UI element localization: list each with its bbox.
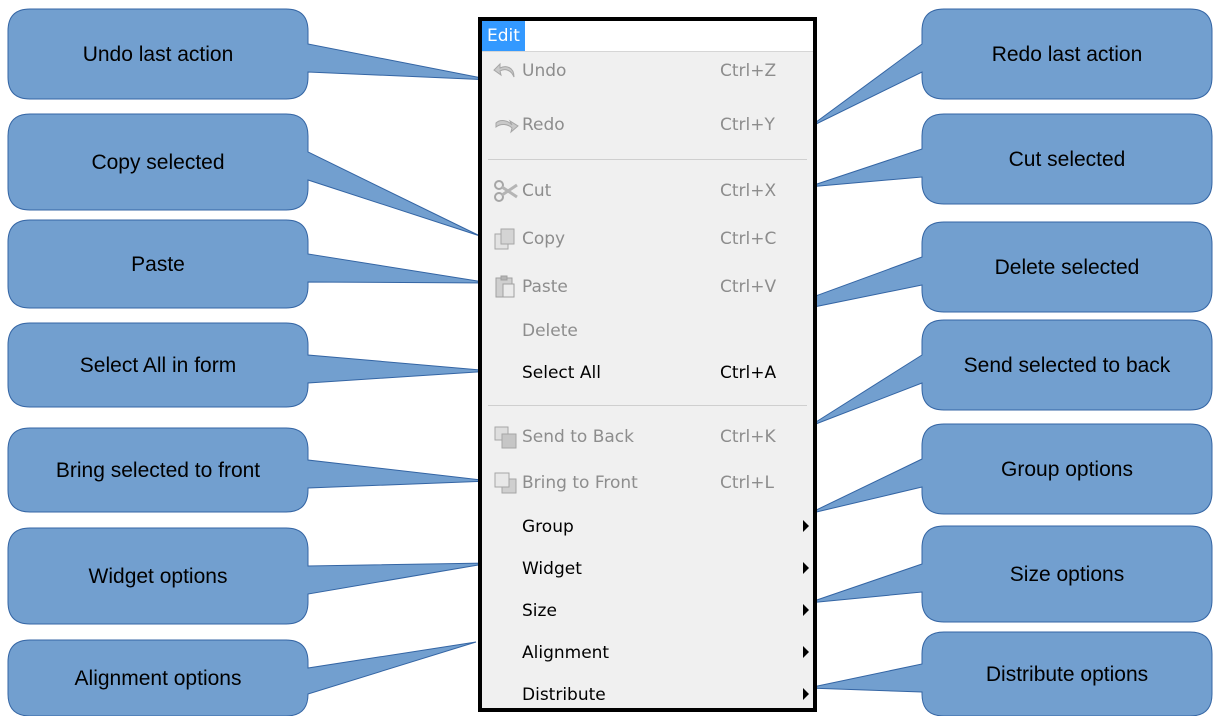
menu-item-bring-to-front[interactable]: Bring to Front Ctrl+L bbox=[482, 463, 813, 503]
callout-label: Send selected to back bbox=[964, 354, 1171, 377]
callout-label: Bring selected to front bbox=[56, 459, 260, 482]
bring-to-front-icon bbox=[494, 472, 517, 494]
paste-icon bbox=[495, 275, 515, 298]
menu-item-label: Copy bbox=[522, 229, 566, 249]
callout-label: Distribute options bbox=[986, 663, 1148, 686]
menu-item-send-to-back[interactable]: Send to Back Ctrl+K bbox=[482, 417, 813, 457]
menu-item-group[interactable]: Group bbox=[482, 507, 813, 547]
menu-item-label: Bring to Front bbox=[522, 473, 638, 493]
submenu-arrow-icon bbox=[803, 604, 809, 616]
menu-item-shortcut: Ctrl+K bbox=[720, 427, 776, 447]
callout-label: Copy selected bbox=[91, 151, 224, 174]
callout-label: Redo last action bbox=[992, 43, 1143, 66]
submenu-arrow-icon bbox=[803, 688, 809, 700]
callout-label: Undo last action bbox=[83, 43, 234, 66]
callout-label: Alignment options bbox=[75, 667, 242, 690]
menu-separator bbox=[488, 405, 807, 406]
scissors-icon bbox=[494, 180, 518, 202]
callout-label: Paste bbox=[131, 253, 185, 276]
menu-item-label: Redo bbox=[522, 115, 565, 135]
menu-item-shortcut: Ctrl+A bbox=[720, 363, 777, 383]
callout-label: Widget options bbox=[89, 565, 228, 588]
edit-menu: Edit Undo Ctrl+Z Redo Ctrl+Y Cut Ctrl+X … bbox=[478, 17, 817, 712]
menu-item-delete[interactable]: Delete bbox=[482, 311, 813, 351]
menu-item-copy[interactable]: Copy Ctrl+C bbox=[482, 219, 813, 259]
menu-item-size[interactable]: Size bbox=[482, 591, 813, 631]
menu-item-shortcut: Ctrl+Y bbox=[720, 115, 775, 135]
callout-label: Size options bbox=[1010, 563, 1124, 586]
callout-label: Select All in form bbox=[80, 354, 236, 377]
menu-item-shortcut: Ctrl+Z bbox=[720, 61, 777, 81]
menu-item-label: Size bbox=[522, 601, 557, 621]
callout-bubble bbox=[7, 113, 481, 237]
callout-bubble bbox=[7, 219, 491, 309]
left-callouts: Undo last action Copy selected Paste Select… bbox=[7, 8, 493, 716]
right-callouts: Redo last action Cut selected Delete selec… bbox=[749, 8, 1213, 716]
redo-icon bbox=[495, 119, 519, 134]
menu-item-shortcut: Ctrl+C bbox=[720, 229, 777, 249]
menu-item-paste[interactable]: Paste Ctrl+V bbox=[482, 267, 813, 307]
menu-item-label: Distribute bbox=[522, 685, 606, 705]
callout-label: Delete selected bbox=[995, 256, 1140, 279]
menu-item-label: Widget bbox=[522, 559, 582, 579]
callout-label: Group options bbox=[1001, 458, 1133, 481]
menu-item-label: Delete bbox=[522, 321, 578, 341]
menu-item-label: Send to Back bbox=[522, 427, 634, 447]
menu-item-select-all[interactable]: Select All Ctrl+A bbox=[482, 353, 813, 393]
menu-item-distribute[interactable]: Distribute bbox=[482, 675, 813, 715]
menu-item-redo[interactable]: Redo Ctrl+Y bbox=[482, 105, 813, 145]
edit-menu-title[interactable]: Edit bbox=[482, 21, 525, 51]
menu-item-shortcut: Ctrl+L bbox=[720, 473, 774, 493]
menu-item-cut[interactable]: Cut Ctrl+X bbox=[482, 171, 813, 211]
menu-item-widget[interactable]: Widget bbox=[482, 549, 813, 589]
menu-item-alignment[interactable]: Alignment bbox=[482, 633, 813, 673]
callout-label: Cut selected bbox=[1009, 148, 1126, 171]
callout-bubble bbox=[7, 8, 493, 100]
menu-item-label: Cut bbox=[522, 181, 552, 201]
menu-item-label: Select All bbox=[522, 363, 601, 383]
submenu-arrow-icon bbox=[803, 646, 809, 658]
callout-bubble bbox=[749, 221, 1213, 321]
copy-icon bbox=[494, 228, 515, 250]
menu-item-label: Undo bbox=[522, 61, 567, 81]
menu-item-undo[interactable]: Undo Ctrl+Z bbox=[482, 51, 813, 91]
menu-bar: Edit bbox=[482, 21, 813, 52]
undo-icon bbox=[493, 62, 515, 78]
menu-item-label: Alignment bbox=[522, 643, 610, 663]
callout-bubble bbox=[7, 527, 491, 625]
menu-separator bbox=[488, 159, 807, 160]
submenu-arrow-icon bbox=[803, 520, 809, 532]
submenu-arrow-icon bbox=[803, 562, 809, 574]
send-to-back-icon bbox=[494, 426, 517, 449]
menu-item-label: Group bbox=[522, 517, 574, 537]
callout-bubble bbox=[807, 8, 1213, 129]
menu-item-shortcut: Ctrl+X bbox=[720, 181, 777, 201]
menu-item-shortcut: Ctrl+V bbox=[720, 277, 777, 297]
menu-item-label: Paste bbox=[522, 277, 568, 297]
